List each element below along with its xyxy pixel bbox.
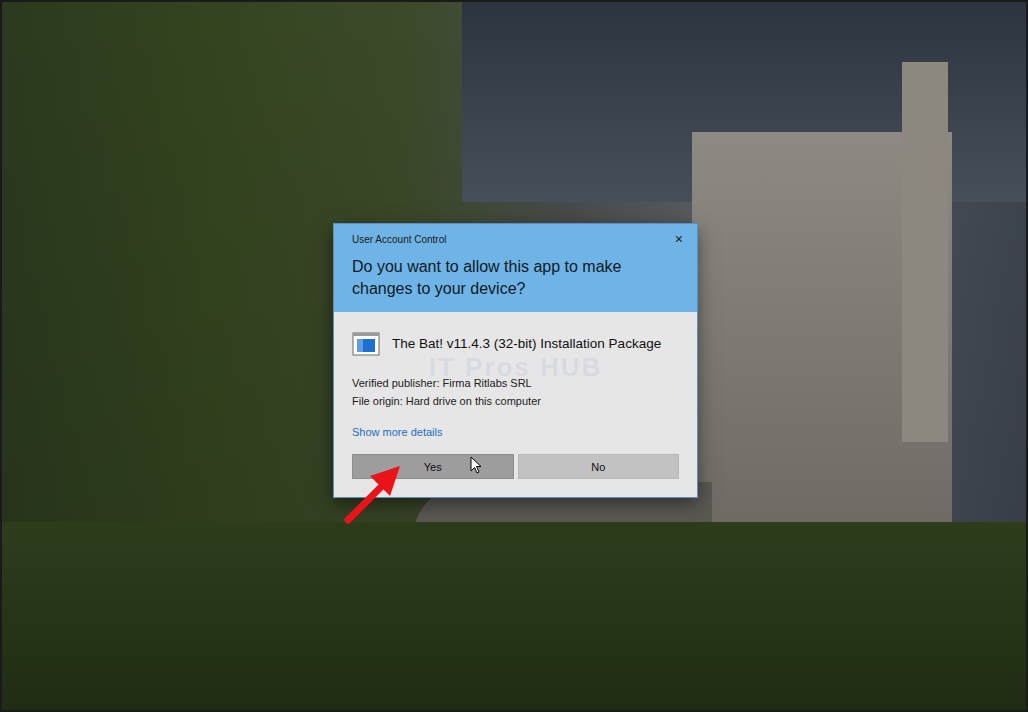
dialog-header: User Account Control ×Do you want to allo… bbox=[334, 224, 697, 312]
no-button[interactable]: No bbox=[518, 454, 680, 479]
desktop: User Account Control ×Do you want to allo… bbox=[0, 0, 1028, 712]
uac-dialog: User Account Control ×Do you want to allo… bbox=[334, 224, 697, 497]
red-arrow-icon bbox=[340, 460, 410, 526]
wallpaper-tower bbox=[902, 62, 948, 442]
detail-line: Verified publisher: Firma Ritlabs SRL bbox=[352, 376, 679, 391]
question-text: Do you want to allow this app to make ch… bbox=[334, 248, 697, 300]
installer-icon bbox=[352, 332, 380, 356]
show-details-link[interactable]: Show more details bbox=[352, 425, 679, 440]
dialog-title: User Account Control bbox=[352, 234, 447, 245]
watermark: IT Pros HUB bbox=[334, 352, 697, 383]
mouse-cursor-icon bbox=[470, 456, 482, 474]
app-row: The Bat! v11.4.3 (32-bit) Installation P… bbox=[352, 332, 679, 356]
close-button[interactable]: × bbox=[671, 231, 687, 247]
button-row: YesNo bbox=[352, 454, 679, 479]
dialog-body: The Bat! v11.4.3 (32-bit) Installation P… bbox=[334, 312, 697, 497]
app-name: The Bat! v11.4.3 (32-bit) Installation P… bbox=[392, 335, 661, 353]
details: Verified publisher: Firma Ritlabs SRL Fil… bbox=[352, 376, 679, 409]
title-bar: User Account Control × bbox=[334, 224, 697, 248]
detail-line: File origin: Hard drive on this computer bbox=[352, 394, 679, 409]
wallpaper-trees bbox=[2, 522, 1028, 712]
